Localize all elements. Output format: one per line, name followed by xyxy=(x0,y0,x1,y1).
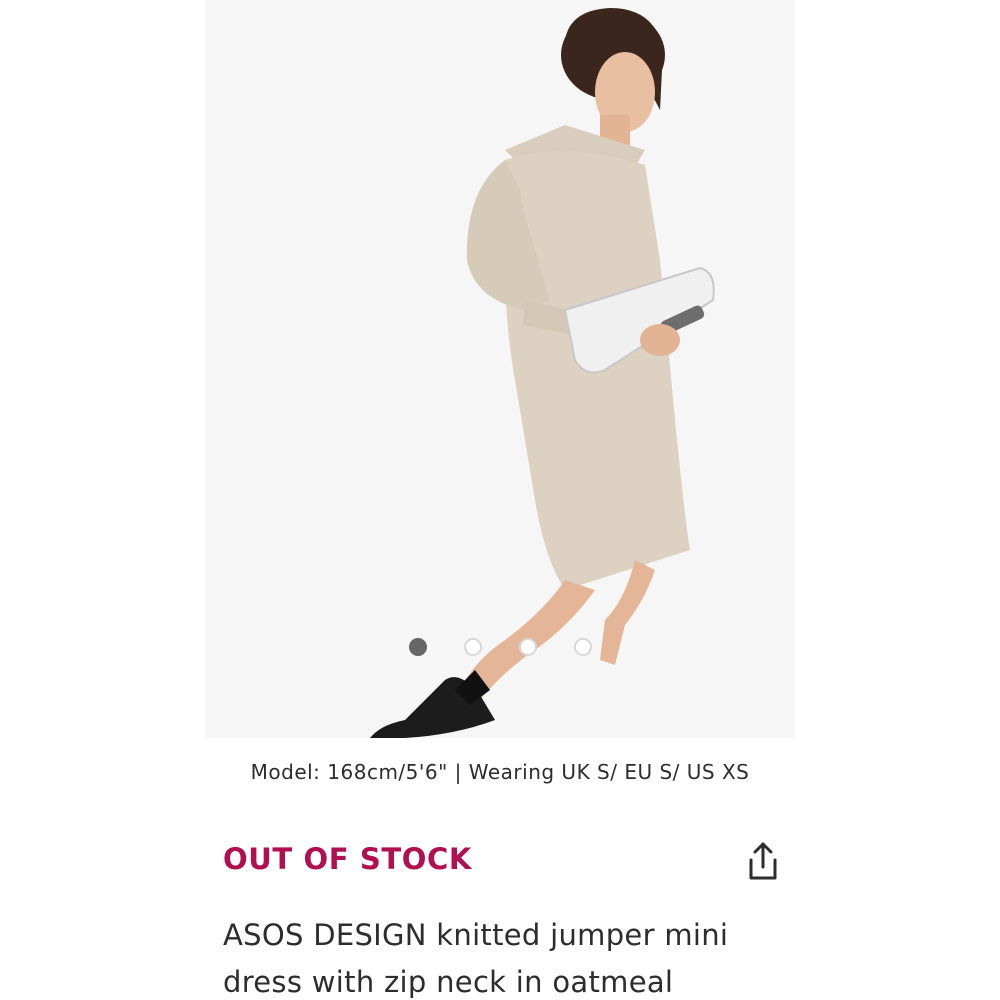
model-photo xyxy=(205,0,795,738)
carousel-indicator xyxy=(205,638,795,660)
model-info: Model: 168cm/5'6" | Wearing UK S/ EU S/ … xyxy=(250,760,750,784)
product-image[interactable] xyxy=(205,0,795,738)
carousel-dot-2[interactable] xyxy=(463,638,482,656)
stock-status-label: OUT OF STOCK xyxy=(223,842,472,876)
share-icon xyxy=(749,842,777,880)
share-button[interactable] xyxy=(744,840,782,882)
carousel-dot-3[interactable] xyxy=(518,638,537,656)
carousel-dot-4[interactable] xyxy=(573,638,592,656)
product-page: Model: 168cm/5'6" | Wearing UK S/ EU S/ … xyxy=(0,0,1000,1000)
product-title: ASOS DESIGN knitted jumper mini dress wi… xyxy=(223,918,729,999)
carousel-dot-1[interactable] xyxy=(408,638,427,656)
